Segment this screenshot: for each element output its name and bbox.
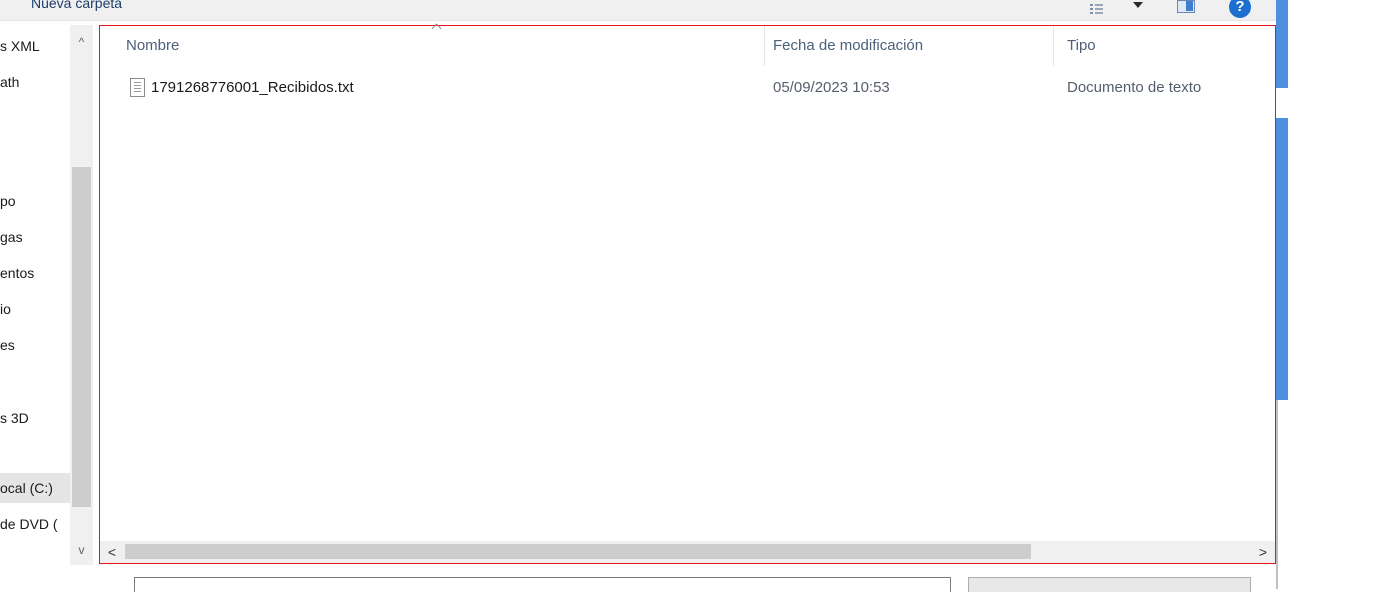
help-icon[interactable]: ?: [1229, 0, 1251, 18]
scroll-right-icon[interactable]: >: [1253, 541, 1273, 563]
column-divider[interactable]: [764, 26, 765, 66]
text-file-icon: [130, 78, 145, 97]
file-date-modified: 05/09/2023 10:53: [773, 79, 890, 96]
nav-item-path[interactable]: ath: [0, 67, 70, 97]
nav-item-images[interactable]: es: [0, 330, 70, 360]
navigation-scroll-thumb[interactable]: [72, 167, 91, 507]
nav-item-xml[interactable]: s XML: [0, 31, 70, 61]
file-name-input[interactable]: [134, 577, 951, 592]
column-header-type[interactable]: Tipo: [1067, 37, 1096, 54]
navigation-scrollbar[interactable]: ^ v: [70, 25, 93, 565]
nav-item-local-disk-c[interactable]: ocal (C:): [0, 473, 70, 503]
nav-item-dvd-drive[interactable]: de DVD (: [0, 509, 70, 539]
nav-item-desktop[interactable]: po: [0, 186, 70, 216]
horizontal-scroll-thumb[interactable]: [125, 544, 1031, 559]
column-header-date-modified[interactable]: Fecha de modificación: [773, 37, 923, 54]
new-folder-button[interactable]: Nueva carpeta: [31, 0, 122, 11]
nav-item-downloads[interactable]: gas: [0, 222, 70, 252]
horizontal-scrollbar[interactable]: < >: [100, 541, 1275, 563]
scroll-up-icon[interactable]: ^: [70, 31, 93, 53]
nav-item-audio[interactable]: io: [0, 294, 70, 324]
scroll-down-icon[interactable]: v: [70, 539, 93, 561]
column-divider[interactable]: [1053, 26, 1054, 66]
toolbar: Nueva carpeta ?: [0, 0, 1278, 21]
preview-pane-icon[interactable]: [1177, 0, 1195, 18]
file-type: Documento de texto: [1067, 79, 1202, 96]
background-window-edge: [1276, 0, 1288, 589]
nav-item-3d-objects[interactable]: s 3D: [0, 403, 70, 433]
view-options-chevron-down-icon[interactable]: [1133, 0, 1143, 18]
change-view-icon[interactable]: [1090, 0, 1104, 18]
nav-item-documents[interactable]: entos: [0, 258, 70, 288]
file-name[interactable]: 1791268776001_Recibidos.txt: [151, 79, 354, 96]
file-type-dropdown[interactable]: [968, 577, 1251, 592]
column-header-name[interactable]: Nombre: [126, 37, 179, 54]
sort-ascending-icon: [431, 23, 443, 31]
file-list: Nombre Fecha de modificación Tipo 179126…: [99, 25, 1276, 564]
scroll-left-icon[interactable]: <: [102, 541, 122, 563]
file-row[interactable]: 1791268776001_Recibidos.txt 05/09/2023 1…: [100, 76, 1275, 102]
